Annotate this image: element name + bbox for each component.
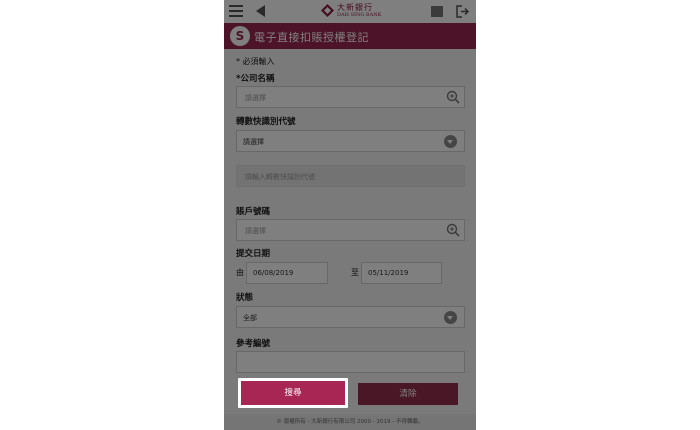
transfer-code-input-placeholder: 請輸入轉數快識別代號 (245, 173, 315, 181)
chevron-down-icon[interactable] (444, 311, 457, 324)
from-date-field[interactable]: 06/08/2019 (246, 262, 328, 284)
company-label: *公司名稱 (236, 74, 275, 84)
status-value: 全部 (243, 314, 257, 322)
search-button-label: 搜尋 (284, 388, 302, 398)
required-note: * 必須輸入 (236, 57, 275, 66)
to-date-value: 05/11/2019 (368, 269, 409, 277)
page-title-bar: S 電子直接扣賬授權登記 (224, 23, 476, 49)
search-button-highlighted[interactable]: 搜尋 (238, 378, 348, 408)
magnifier-search-icon[interactable] (446, 223, 460, 237)
copyright-footer: © 版權所有 - 大新銀行有限公司 2000 - 2019 - 不得轉載。 (224, 414, 476, 430)
flag-icon[interactable] (431, 6, 443, 17)
from-date-value: 06/08/2019 (253, 269, 294, 277)
page-title: 電子直接扣賬授權登記 (254, 31, 369, 44)
account-placeholder: 請選擇 (245, 227, 266, 235)
account-field[interactable]: 請選擇 (236, 219, 465, 241)
reference-number-input[interactable] (236, 351, 465, 373)
status-select[interactable]: 全部 (236, 306, 465, 328)
top-navigation-bar: 大新銀行 DAH SING BANK (224, 0, 476, 23)
transfer-code-value: 請選擇 (243, 138, 264, 146)
transfer-code-select[interactable]: 請選擇 (236, 130, 465, 152)
chevron-down-icon[interactable] (444, 135, 457, 148)
back-arrow-icon[interactable] (256, 5, 265, 17)
to-label: 至 (351, 268, 359, 277)
company-field[interactable]: 請選擇 (236, 86, 465, 108)
to-date-field[interactable]: 05/11/2019 (361, 262, 442, 284)
logout-icon[interactable] (456, 5, 470, 18)
reference-number-label: 參考編號 (236, 339, 271, 349)
mobile-app-screen: 大新銀行 DAH SING BANK S 電子直接扣賬授權登記 * 必須輸入 *… (224, 0, 476, 430)
transfer-code-label: 轉數快識別代號 (236, 117, 296, 127)
account-label: 賬戶號碼 (236, 207, 271, 217)
hamburger-menu-icon[interactable] (229, 5, 243, 17)
magnifier-search-icon[interactable] (446, 90, 460, 104)
clear-button[interactable]: 清除 (358, 383, 458, 405)
company-placeholder: 請選擇 (245, 94, 266, 102)
bank-logo-mark-icon (321, 4, 334, 17)
debit-authorization-icon: S (230, 26, 250, 46)
from-label: 由 (236, 268, 244, 277)
status-label: 狀態 (236, 293, 254, 303)
submit-date-label: 提交日期 (236, 249, 271, 259)
bank-logo: 大新銀行 DAH SING BANK (321, 2, 381, 21)
transfer-code-input[interactable]: 請輸入轉數快識別代號 (236, 165, 465, 187)
bank-name-en: DAH SING BANK (337, 12, 382, 18)
